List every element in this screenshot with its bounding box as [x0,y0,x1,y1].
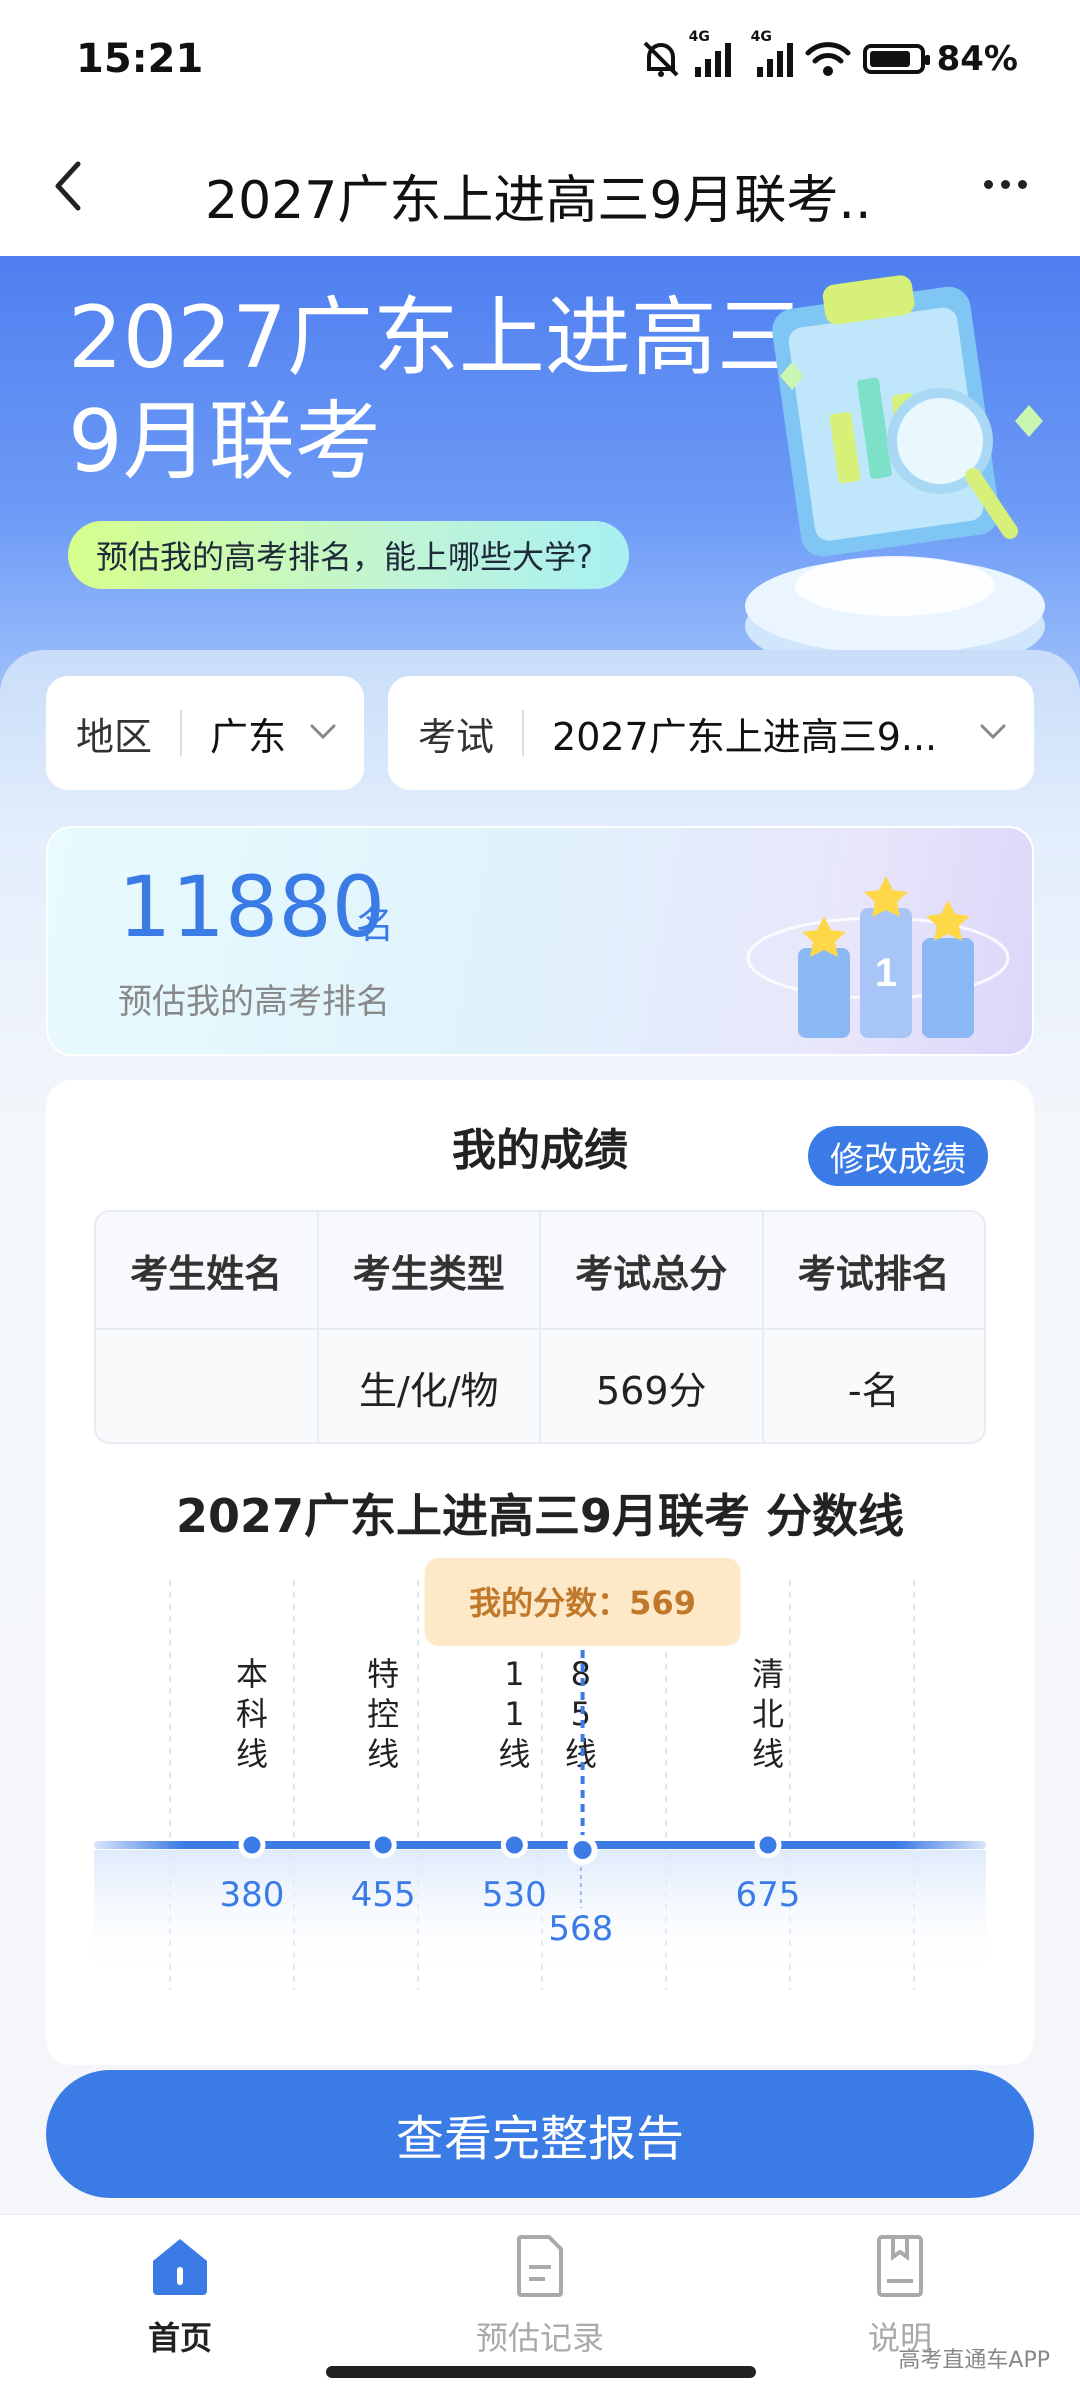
exam-selector[interactable]: 考试 2027广东上进高三9... [388,676,1034,790]
edit-score-button[interactable]: 修改成绩 [808,1126,988,1186]
region-label: 地区 [76,714,153,759]
tab-records-label: 预估记录 [475,2319,604,2357]
back-icon[interactable] [40,156,100,216]
score-line-label: 1 [504,1655,524,1693]
view-full-report-button[interactable]: 查看完整报告 [46,2070,1034,2198]
region-selector[interactable]: 地区 广东 [46,676,364,790]
score-line-label: 特 [367,1655,399,1693]
score-line-label: 1 [504,1695,524,1733]
status-bar: 15:21 4G 4G 84% [0,0,1080,118]
score-line-label: 线 [236,1735,268,1773]
tab-records[interactable]: 预估记录 [440,2233,640,2359]
home-icon [153,2239,207,2295]
tab-home[interactable]: 首页 [80,2233,280,2359]
page-title: 2027广东上进高三9月联考.. [205,171,872,231]
score-line-dot [754,1831,782,1859]
estimated-rank-card[interactable]: 11880 名 预估我的高考排名 1 [46,826,1034,1056]
signal-icon-1: 4G [689,29,731,77]
hero-subtitle-pill: 预估我的高考排名，能上哪些大学? [68,521,629,589]
status-time: 15:21 [76,36,204,82]
home-indicator[interactable] [326,2366,756,2378]
header-exam-rank: 考试排名 [761,1212,985,1328]
header-student-type: 考生类型 [316,1212,540,1328]
score-line-label: 本 [236,1655,268,1693]
wifi-icon [805,42,851,76]
score-line-label: 科 [236,1695,268,1733]
score-line-chart: 本科线380特控线455211线530985线568清北线675 我的分数：56… [94,1558,986,1990]
status-icons: 4G 4G 84% [639,29,1018,79]
header-student-name: 考生姓名 [130,1251,283,1296]
cell-student-name [96,1330,317,1442]
exam-value: 2027广东上进高三9... [552,714,938,759]
score-table: 考生姓名 考生类型 考试总分 考试排名 生/化/物 569分 -名 [94,1210,986,1444]
score-line-label: 线 [752,1735,784,1773]
header-total-score: 考试总分 [539,1212,762,1328]
score-line-dot [238,1831,266,1859]
score-line-dot [369,1831,397,1859]
score-line-label: 控 [367,1695,399,1733]
app-watermark: 高考直通车APP [898,2348,1050,2373]
divider [180,710,183,756]
score-line-label: 北 [752,1695,784,1733]
more-icon[interactable] [970,164,1040,204]
document-icon [517,2235,563,2297]
score-line-value: 675 [736,1875,801,1915]
score-line-label: 8 [571,1655,591,1693]
book-icon [877,2235,923,2297]
rank-description: 预估我的高考排名 [118,982,390,1022]
my-score-label: 我的分数：569 [469,1584,696,1622]
tab-notes[interactable]: 说明 [800,2233,1000,2359]
battery-icon [862,44,930,74]
score-line-value: 455 [351,1875,416,1915]
divider [522,710,525,756]
my-score-tag: 我的分数：569 [424,1558,741,1646]
podium-trophy-icon: 1 [746,876,1010,1038]
cell-student-type: 生/化/物 [316,1330,540,1442]
chevron-down-icon [980,724,1006,740]
nav-header: 2027广东上进高三9月联考.. [0,118,1080,256]
my-score-card: 我的成绩 修改成绩 考生姓名 考生类型 考试总分 考试排名 生/化/物 569分… [46,1080,1034,2065]
table-row: 生/化/物 569分 -名 [96,1328,985,1442]
region-value: 广东 [210,714,287,759]
rank-number: 11880 [118,858,386,956]
mute-icon [643,41,679,77]
tab-home-label: 首页 [147,2319,212,2357]
score-lines-title: 2027广东上进高三9月联考 分数线 [175,1489,905,1543]
score-line-label: 线 [367,1735,399,1773]
chevron-down-icon [310,724,336,740]
score-line-value: 380 [220,1875,285,1915]
cell-total-score: 569分 [539,1330,762,1442]
svg-text:1: 1 [875,951,897,995]
score-line-value: 530 [482,1875,547,1915]
signal-icon-2: 4G [751,29,793,77]
rank-unit: 名 [356,903,395,947]
cell-exam-rank: -名 [761,1330,985,1442]
score-line-mark: 本科线 380 [220,1655,285,1915]
score-line-value: 568 [548,1909,613,1949]
score-line-dot [500,1831,528,1859]
score-line-mark: 特控线 455 [351,1655,416,1915]
score-line-label: 清 [752,1655,784,1693]
exam-label: 考试 [418,714,495,759]
battery-percent: 84% [936,39,1018,79]
score-line-label: 线 [498,1735,530,1773]
my-score-dot [567,1835,598,1865]
table-header-row: 考生姓名 考生类型 考试总分 考试排名 [96,1212,984,1328]
